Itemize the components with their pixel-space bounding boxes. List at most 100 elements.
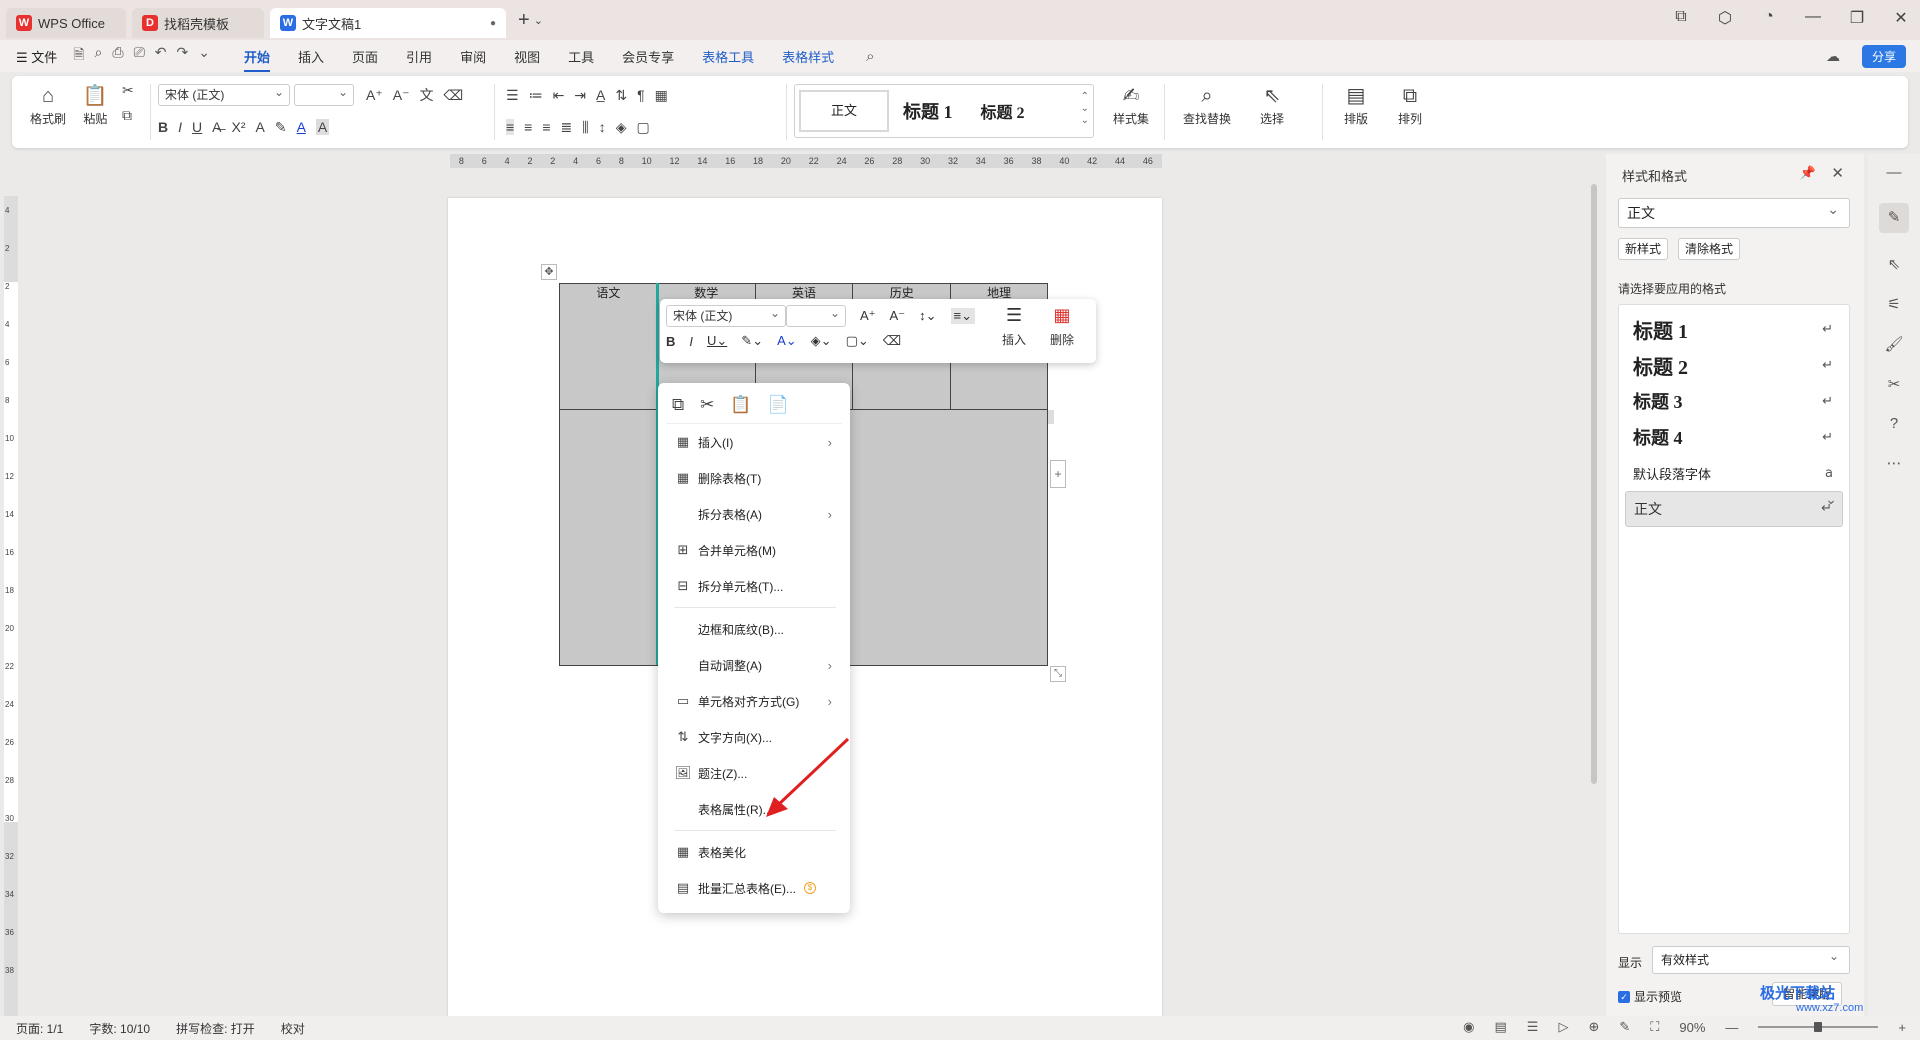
find-icon[interactable]: ⌕ <box>95 44 103 68</box>
style-item-heading-1[interactable]: 标题 1 ↵ <box>1625 311 1843 347</box>
shading-icon[interactable]: ◈⌄ <box>811 333 832 349</box>
collapse-icon[interactable]: — <box>1887 164 1902 181</box>
clear-format-button[interactable]: 清除格式 <box>1678 238 1741 260</box>
mini-insert-button[interactable]: ☰ 插入 <box>1002 305 1026 348</box>
table-cell[interactable] <box>559 409 658 666</box>
copy-icon[interactable]: ⧉ <box>122 107 134 124</box>
page-view-icon[interactable]: ▤ <box>1495 1019 1507 1035</box>
print-icon[interactable]: ⎙ <box>112 44 123 68</box>
minimize-button[interactable]: — <box>1804 8 1822 28</box>
search-icon[interactable]: ⌕ <box>866 48 874 65</box>
play-icon[interactable]: ▷ <box>1558 1019 1568 1035</box>
chevron-down-icon[interactable]: ⌄ <box>534 14 543 27</box>
grow-font-icon[interactable]: A⁺ <box>860 308 876 324</box>
paste-button[interactable]: 📋 粘贴 <box>73 82 117 127</box>
styles-pen-icon[interactable]: ✎ <box>1879 203 1909 233</box>
maximize-button[interactable]: ❐ <box>1848 8 1866 28</box>
tab-page[interactable]: 页面 <box>352 47 378 66</box>
line-spacing-icon[interactable]: ↕ <box>599 119 606 135</box>
arrange-button[interactable]: ⧉ 排列 <box>1388 82 1432 142</box>
menu-item-cell-alignment[interactable]: ▭ 单元格对齐方式(G) › <box>658 683 850 719</box>
pane-title[interactable]: 样式和格式 <box>1622 166 1687 185</box>
restore-layout-icon[interactable]: ⧉ <box>1672 8 1690 28</box>
format-brush-icon[interactable]: 🖌 <box>1884 335 1903 353</box>
grow-font-icon[interactable]: A⁺ <box>366 87 383 104</box>
underline-icon[interactable]: U⌄ <box>707 333 727 349</box>
copy-icon[interactable]: ⧉ <box>672 395 684 415</box>
superscript-icon[interactable]: X² <box>231 119 245 135</box>
close-icon[interactable]: ✕ <box>1831 164 1844 182</box>
zoom-slider[interactable] <box>1758 1022 1879 1032</box>
horizontal-ruler[interactable]: 8 6 4 2 2 4 6 8 10 12 14 16 18 20 22 24 26 28 30 32 34 36 38 40… <box>450 154 1162 168</box>
char-shading-icon[interactable]: A <box>315 119 330 135</box>
italic-icon[interactable]: I <box>689 334 693 349</box>
align-center-icon[interactable]: ≡ <box>524 119 532 135</box>
tab-document[interactable]: W 文字文稿1 ● <box>270 8 506 38</box>
cut-icon[interactable]: ✂ <box>122 82 134 99</box>
menu-item-delete-table[interactable]: ▦ 删除表格(T) <box>658 460 850 496</box>
menu-item-insert[interactable]: ▦ 插入(I) › <box>658 424 850 460</box>
table-icon[interactable]: ▦ <box>655 87 668 104</box>
font-color-icon[interactable]: A⌄ <box>777 333 797 349</box>
menu-item-merge-cells[interactable]: ⊞ 合并单元格(M) <box>658 532 850 568</box>
help-icon[interactable]: ? <box>1890 415 1898 432</box>
tab-home[interactable]: 开始 <box>244 41 271 72</box>
cloud-icon[interactable]: ☁ <box>1826 48 1840 65</box>
style-heading-1[interactable]: 标题 1 <box>889 98 967 124</box>
align-icon[interactable]: ≡⌄ <box>950 308 975 324</box>
current-style-select[interactable]: 正文 <box>1618 195 1850 228</box>
style-item-normal[interactable]: 正文 ↵ <box>1625 489 1843 527</box>
font-color-icon[interactable]: A <box>297 119 306 135</box>
tab-review[interactable]: 审阅 <box>460 47 486 66</box>
align-left-icon[interactable]: ≡ <box>506 119 515 135</box>
show-filter-select[interactable]: 有效样式 <box>1652 943 1850 974</box>
tab-table-style[interactable]: 表格样式 <box>782 47 834 66</box>
border-icon[interactable]: ▢ <box>636 119 649 136</box>
table-resize-handle-icon[interactable]: ⤡ <box>1050 666 1066 682</box>
avatar[interactable]: ◔ <box>1760 8 1778 28</box>
mini-delete-button[interactable]: ▦ 删除 <box>1050 305 1074 348</box>
cube-icon[interactable]: ⬡ <box>1716 8 1734 28</box>
paste-icon[interactable]: 📋 <box>730 395 751 415</box>
clear-format-icon[interactable]: ⌫ <box>443 87 463 104</box>
phonetic-icon[interactable]: 文 <box>419 85 433 105</box>
add-column-button[interactable]: + <box>1050 460 1066 488</box>
share-button[interactable]: 分享 <box>1861 45 1906 68</box>
decrease-indent-icon[interactable]: ⇤ <box>553 87 565 104</box>
word-count[interactable]: 字数: 10/10 <box>89 1020 150 1037</box>
style-item-heading-2[interactable]: 标题 2 ↵ <box>1625 347 1843 383</box>
table-move-handle-icon[interactable]: ✥ <box>541 264 557 280</box>
tab-view[interactable]: 视图 <box>514 47 540 66</box>
print-preview-icon[interactable]: ⎚ <box>134 44 145 68</box>
italic-icon[interactable]: I <box>178 119 182 135</box>
strikethrough-icon[interactable]: A̶ <box>212 119 221 135</box>
undo-icon[interactable]: ↶ <box>155 44 167 68</box>
row-resize-handle[interactable] <box>1048 410 1054 424</box>
border-icon[interactable]: ▢⌄ <box>846 333 869 349</box>
justify-icon[interactable]: ≣ <box>561 119 573 136</box>
tab-table-tools[interactable]: 表格工具 <box>702 47 754 66</box>
proofread-button[interactable]: 校对 <box>281 1020 305 1037</box>
menu-item-split-cells[interactable]: ⊟ 拆分单元格(T)... <box>658 568 850 604</box>
shrink-font-icon[interactable]: A⁻ <box>890 308 906 324</box>
select-cursor-icon[interactable]: ⇖ <box>1888 255 1901 273</box>
font-name-select[interactable]: 宋体 (正文) <box>158 82 290 106</box>
bullets-icon[interactable]: ☰ <box>506 87 519 104</box>
tools-icon[interactable]: ✂ <box>1888 375 1901 393</box>
gallery-scroll-icon[interactable]: ⌃ ⌄ ⌄ <box>1081 91 1089 127</box>
font-size-select[interactable] <box>294 82 354 106</box>
spell-check-toggle[interactable]: 拼写检查: 打开 <box>176 1020 255 1037</box>
style-heading-2[interactable]: 标题 2 <box>967 99 1039 123</box>
zoom-out-icon[interactable]: — <box>1725 1020 1738 1035</box>
find-replace-button[interactable]: ⌕ 查找替换 <box>1178 82 1236 142</box>
new-tab-button[interactable]: + <box>518 9 530 32</box>
numbering-icon[interactable]: ≔ <box>529 87 543 104</box>
document-scrollbar[interactable] <box>1588 154 1600 1010</box>
tab-wps-office[interactable]: W WPS Office <box>6 8 126 38</box>
scrollbar-thumb[interactable] <box>1591 184 1597 784</box>
web-view-icon[interactable]: ⊕ <box>1588 1019 1599 1035</box>
tab-references[interactable]: 引用 <box>406 47 432 66</box>
style-item-heading-4[interactable]: 标题 4 ↵ <box>1625 419 1843 455</box>
show-marks-icon[interactable]: ¶ <box>637 87 645 103</box>
distributed-icon[interactable]: ⫼ <box>582 119 588 136</box>
